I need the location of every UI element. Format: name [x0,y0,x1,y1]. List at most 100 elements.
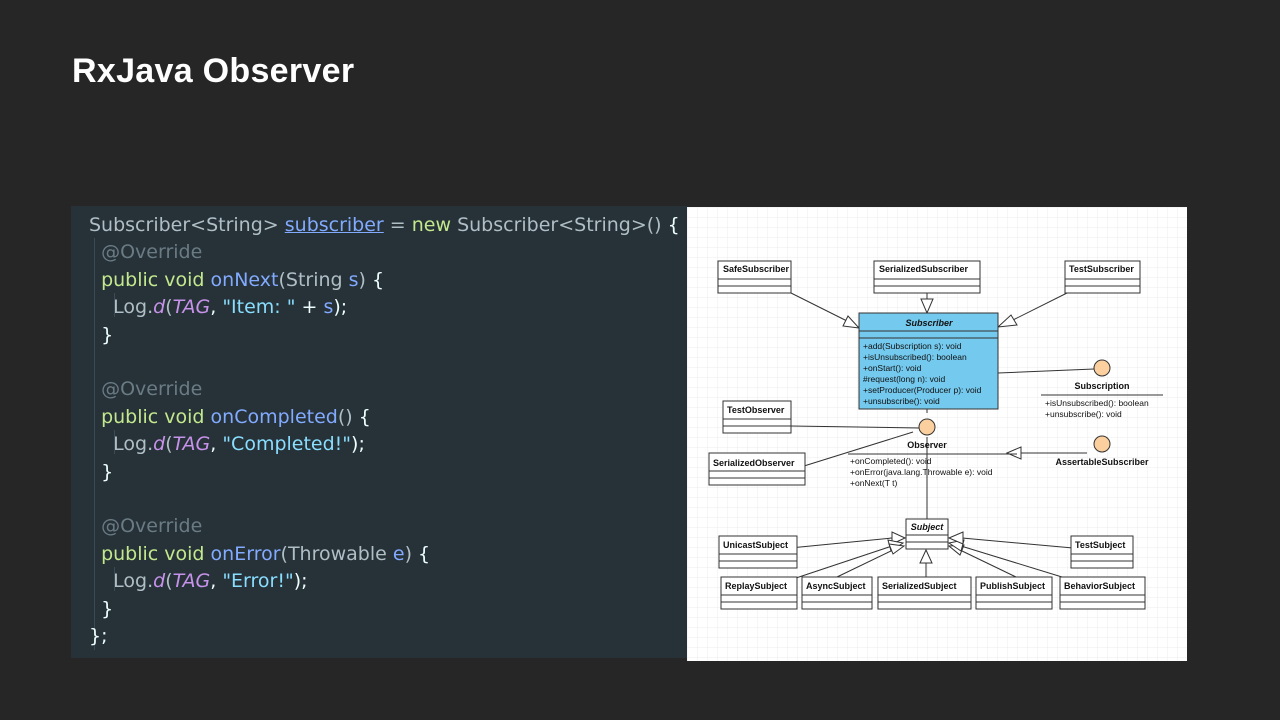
slide-title: RxJava Observer [72,52,355,90]
uml-interface-name: Observer [907,440,947,450]
code-token: d [153,570,166,593]
code-token: (String [278,268,349,291]
code-line: @Override [89,512,202,540]
uml-class-subscriber: Subscriber +add(Subscription s): void+is… [858,312,999,410]
uml-class-behavior-subject: BehaviorSubject [1059,576,1146,610]
uml-class-name: TestSubscriber [1069,264,1134,274]
uml-class-name: TestSubject [1075,540,1125,550]
code-token: "Error!" [222,570,294,593]
uml-class-name: AsyncSubject [806,581,866,591]
uml-interface-name: Subscription [1074,381,1129,391]
code-line: Log.d(TAG, "Error!"); [89,567,308,595]
uml-class-name: Subscriber [905,318,953,328]
uml-class-safe-subscriber: SafeSubscriber [717,260,792,294]
uml-class-name: SerializedObserver [713,458,795,468]
uml-method: +unsubscribe(): void [863,396,940,406]
uml-class-replay-subject: ReplaySubject [720,576,798,610]
uml-canvas: SafeSubscriber SerializedSubscriber Test… [687,207,1187,661]
code-token: ( [165,296,173,319]
code-token: } [89,597,114,620]
uml-class-name: PublishSubject [980,581,1045,591]
code-token: Log. [89,296,154,319]
uml-class-test-subject: TestSubject [1070,535,1134,569]
code-token: public void [89,405,211,428]
uml-class-name: SafeSubscriber [723,264,790,274]
uml-class-serialized-observer: SerializedObserver [708,452,806,486]
code-line: Log.d(TAG, "Item: " + s); [89,293,347,321]
code-token: ) [358,268,372,291]
code-token: Log. [89,570,154,593]
code-token: ); [293,570,308,593]
uml-method: +setProducer(Producer p): void [863,385,982,395]
uml-class-subject: Subject [905,518,949,550]
uml-method: +add(Subscription s): void [863,341,962,351]
code-token: ( [165,570,173,593]
code-token: s [348,268,359,291]
uml-class-name: BehaviorSubject [1064,581,1135,591]
uml-method: +isUnsubscribed(): boolean [1045,398,1149,408]
code-token: { [418,542,431,565]
code-token: Subscriber<String>() [457,214,668,236]
uml-class-serialized-subscriber: SerializedSubscriber [873,260,981,294]
uml-method: +isUnsubscribed(): boolean [863,352,967,362]
code-token: @Override [89,515,203,538]
uml-class-name: UnicastSubject [723,540,788,550]
code-token: () [337,405,359,428]
code-line: public void onError(Throwable e) { [89,540,430,568]
code-token: TAG [172,570,211,593]
code-token: } [89,460,114,483]
code-token: s [323,296,334,319]
code-line: @Override [89,238,202,266]
code-token: TAG [172,433,211,456]
uml-method: #request(long n): void [863,374,945,384]
code-token: } [89,323,114,346]
code-token: , [210,433,223,456]
code-token: onCompleted [210,405,338,428]
code-token: public void [89,542,211,565]
code-token: d [153,433,166,456]
uml-method: +onError(java.lang.Throwable e): void [850,467,993,477]
code-token: ); [351,433,365,456]
code-token: subscriber [284,214,384,236]
uml-class-name: SerializedSubscriber [879,264,969,274]
uml-class-serialized-subject: SerializedSubject [877,576,972,610]
code-line: @Override [89,375,202,403]
code-token: "Item: " [222,296,296,319]
code-token: ( [165,433,173,456]
uml-class-test-observer: TestObserver [722,400,792,434]
code-token: { [358,405,371,428]
uml-class-unicast-subject: UnicastSubject [718,535,798,569]
code-line: } [89,458,113,486]
code-token: { [372,268,385,291]
uml-method: +onCompleted(): void [850,456,932,466]
code-line: }; [89,622,108,650]
code-block: Subscriber<String> subscriber = new Subs… [71,206,687,658]
uml-diagram: SafeSubscriber SerializedSubscriber Test… [687,207,1187,661]
uml-class-test-subscriber: TestSubscriber [1064,260,1141,294]
uml-interface-name: AssertableSubscriber [1055,457,1149,467]
code-token: = [383,214,412,236]
code-token: + [295,296,324,319]
uml-method: +onStart(): void [863,363,922,373]
code-token: "Completed!" [222,433,352,456]
code-token: , [210,570,223,593]
code-token: onNext [210,268,279,291]
code-token: d [153,296,166,319]
code-line: Log.d(TAG, "Completed!"); [89,430,365,458]
code-line: } [89,595,113,623]
code-line: Subscriber<String> subscriber = new Subs… [89,211,680,239]
uml-class-name: TestObserver [727,405,785,415]
code-token: TAG [172,296,211,319]
code-token: @Override [89,378,203,401]
uml-method: +unsubscribe(): void [1045,409,1122,419]
code-token: , [210,296,223,319]
uml-class-name: SerializedSubject [882,581,957,591]
code-token: @Override [89,241,203,264]
uml-class-name: Subject [911,522,945,532]
code-token: ) [404,542,419,565]
code-line: public void onCompleted() { [89,403,371,431]
code-token: public void [89,268,211,291]
code-token: e [392,542,405,565]
code-token: }; [89,625,108,647]
code-token: Log. [89,433,154,456]
